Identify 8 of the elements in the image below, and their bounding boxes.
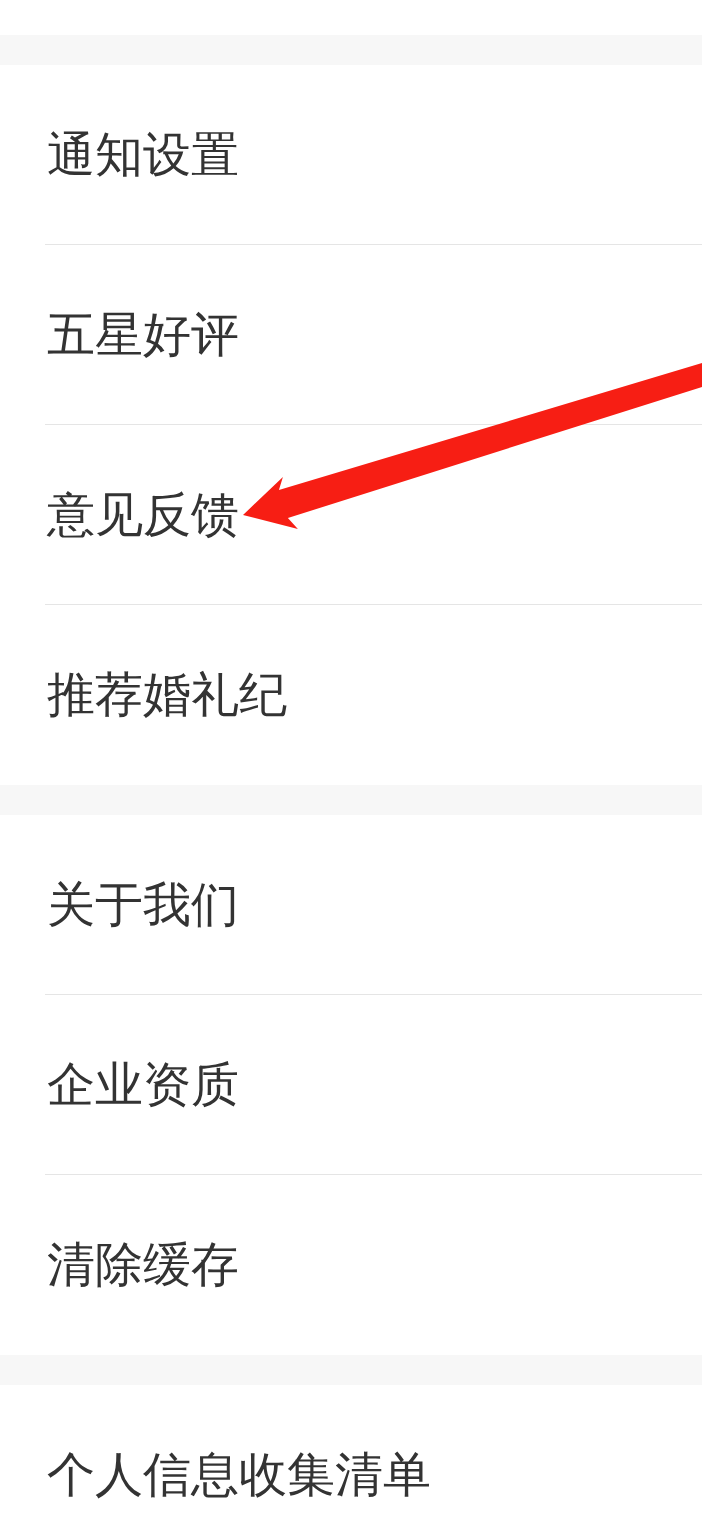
menu-item[interactable]: 五星好评 bbox=[47, 305, 239, 364]
menu-item[interactable]: 推荐婚礼纪 bbox=[47, 666, 287, 724]
menu-item[interactable]: 清除缓存 bbox=[47, 1236, 239, 1294]
menu-item[interactable]: 个人信息收集清单 bbox=[47, 1446, 431, 1504]
menu-item[interactable]: 企业资质 bbox=[47, 1055, 239, 1114]
menu-item[interactable]: 通知设置 bbox=[47, 125, 239, 184]
menu-item[interactable]: 意见反馈 bbox=[47, 485, 239, 544]
menu-item[interactable]: 关于我们 bbox=[47, 875, 239, 934]
